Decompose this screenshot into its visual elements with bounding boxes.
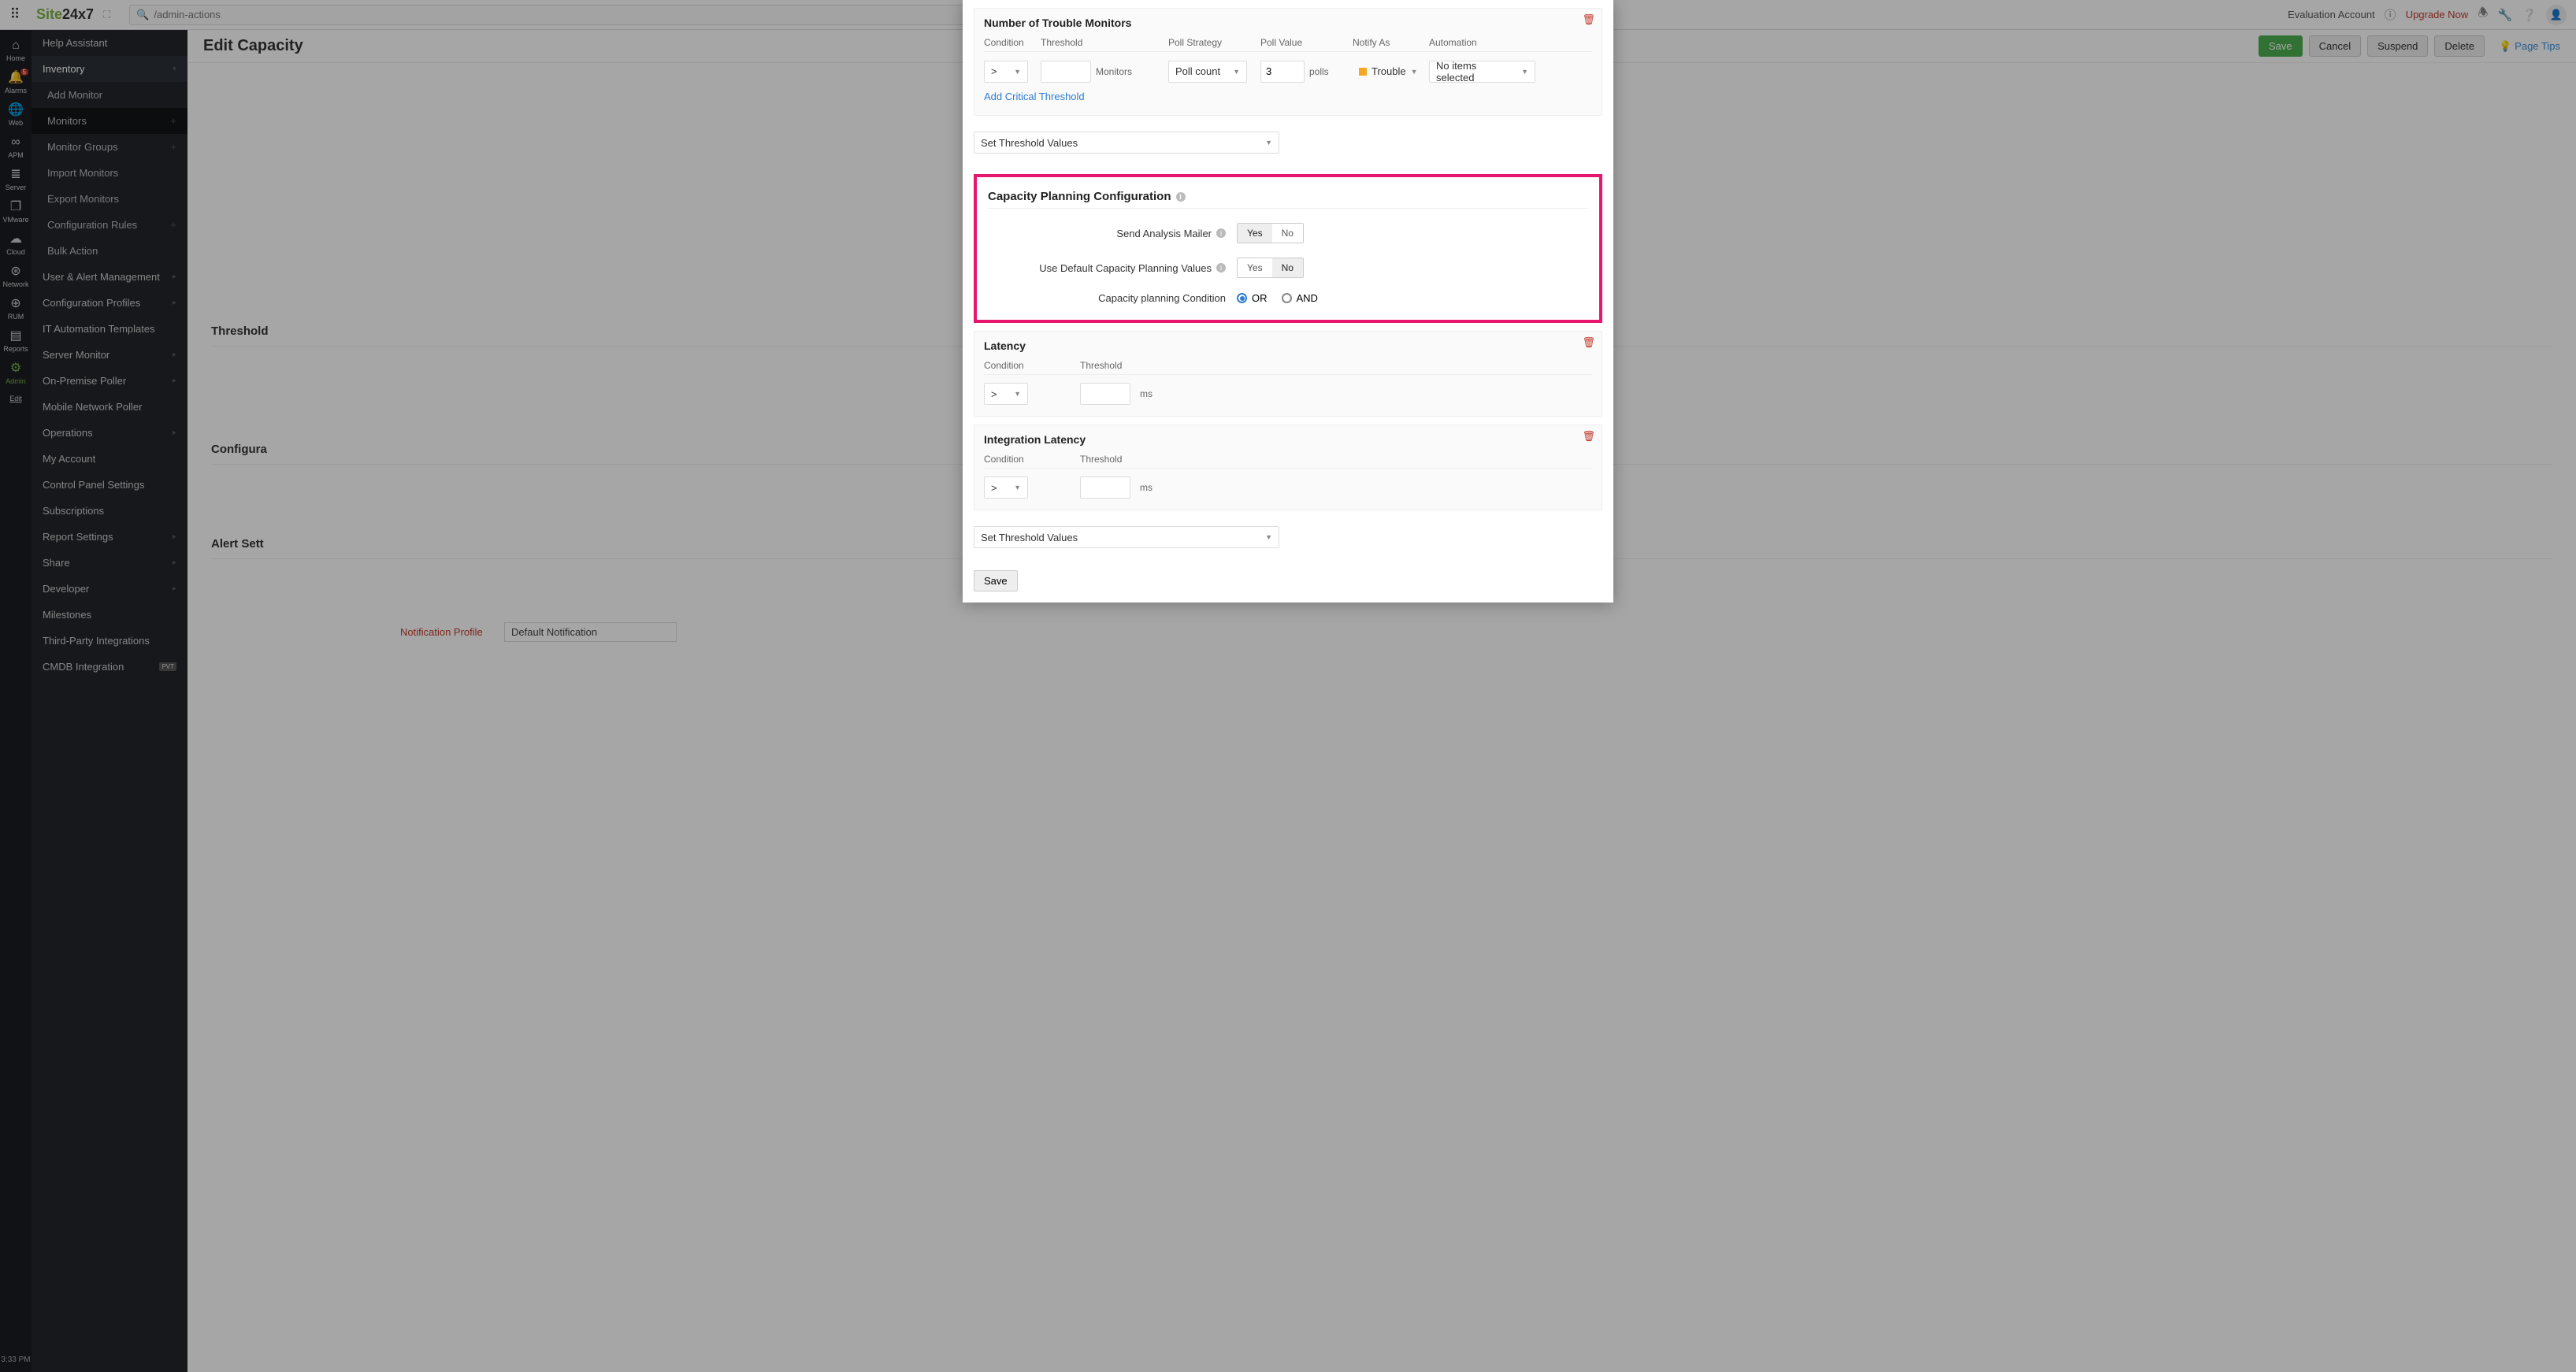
ms-unit: ms xyxy=(1140,482,1153,493)
info-icon[interactable]: i xyxy=(1216,228,1226,238)
pollvalue-input[interactable] xyxy=(1260,61,1305,83)
trouble-title: Number of Trouble Monitors xyxy=(984,17,1592,29)
set-threshold-dropdown-1[interactable]: Set Threshold Values▼ xyxy=(974,132,1279,154)
mailer-label: Send Analysis Mailer xyxy=(1116,228,1212,239)
latency-title: Latency xyxy=(984,339,1592,352)
col-notify: Notify As xyxy=(1353,37,1420,48)
col-threshold: Threshold xyxy=(1080,360,1122,371)
defaults-toggle[interactable]: YesNo xyxy=(1237,258,1304,278)
defaults-label: Use Default Capacity Planning Values xyxy=(1039,262,1212,274)
radio-or-input[interactable] xyxy=(1237,293,1247,303)
condition-dropdown[interactable]: >▼ xyxy=(984,61,1028,83)
edit-modal: 🗑 Number of Trouble Monitors Condition T… xyxy=(963,0,1613,603)
col-pollvalue: Poll Value xyxy=(1260,37,1343,48)
set-threshold-dropdown-2[interactable]: Set Threshold Values▼ xyxy=(974,526,1279,548)
radio-or[interactable]: OR xyxy=(1237,292,1268,304)
trash-icon[interactable]: 🗑 xyxy=(1582,430,1595,443)
col-automation: Automation xyxy=(1429,37,1535,48)
info-icon[interactable]: i xyxy=(1176,192,1186,202)
radio-and[interactable]: AND xyxy=(1282,292,1318,304)
radio-and-input[interactable] xyxy=(1282,293,1292,303)
ilatency-title: Integration Latency xyxy=(984,433,1592,446)
trash-icon[interactable]: 🗑 xyxy=(1582,13,1595,26)
polls-unit: polls xyxy=(1309,66,1329,77)
col-condition: Condition xyxy=(984,37,1031,48)
condition-label: Capacity planning Condition xyxy=(1098,292,1226,304)
col-condition: Condition xyxy=(984,454,1071,465)
col-threshold: Threshold xyxy=(1041,37,1159,48)
notify-dropdown[interactable]: Trouble▼ xyxy=(1353,61,1420,83)
automation-dropdown[interactable]: No items selected▼ xyxy=(1429,61,1535,83)
trouble-color-icon xyxy=(1359,68,1367,76)
monitors-unit: Monitors xyxy=(1096,66,1132,77)
threshold-input[interactable] xyxy=(1041,61,1091,83)
mailer-toggle[interactable]: YesNo xyxy=(1237,223,1304,243)
ilatency-cond-dropdown[interactable]: >▼ xyxy=(984,476,1028,499)
pollstrategy-dropdown[interactable]: Poll count▼ xyxy=(1168,61,1247,83)
capacity-planning-config: Capacity Planning Configuration i Send An… xyxy=(974,174,1602,323)
add-critical-link[interactable]: Add Critical Threshold xyxy=(984,91,1085,102)
cpc-title: Capacity Planning Configuration xyxy=(988,190,1171,203)
col-threshold: Threshold xyxy=(1080,454,1122,465)
latency-threshold-input[interactable] xyxy=(1080,383,1130,405)
trash-icon[interactable]: 🗑 xyxy=(1582,336,1595,349)
info-icon[interactable]: i xyxy=(1216,263,1226,273)
ilatency-threshold-input[interactable] xyxy=(1080,476,1130,499)
integration-latency-section: 🗑 Integration Latency Condition Threshol… xyxy=(974,425,1602,510)
col-condition: Condition xyxy=(984,360,1071,371)
col-pollstrategy: Poll Strategy xyxy=(1168,37,1251,48)
latency-cond-dropdown[interactable]: >▼ xyxy=(984,383,1028,405)
trouble-section: 🗑 Number of Trouble Monitors Condition T… xyxy=(974,8,1602,116)
latency-section: 🗑 Latency Condition Threshold >▼ ms xyxy=(974,331,1602,417)
ms-unit: ms xyxy=(1140,388,1153,399)
modal-save-button[interactable]: Save xyxy=(974,570,1018,591)
